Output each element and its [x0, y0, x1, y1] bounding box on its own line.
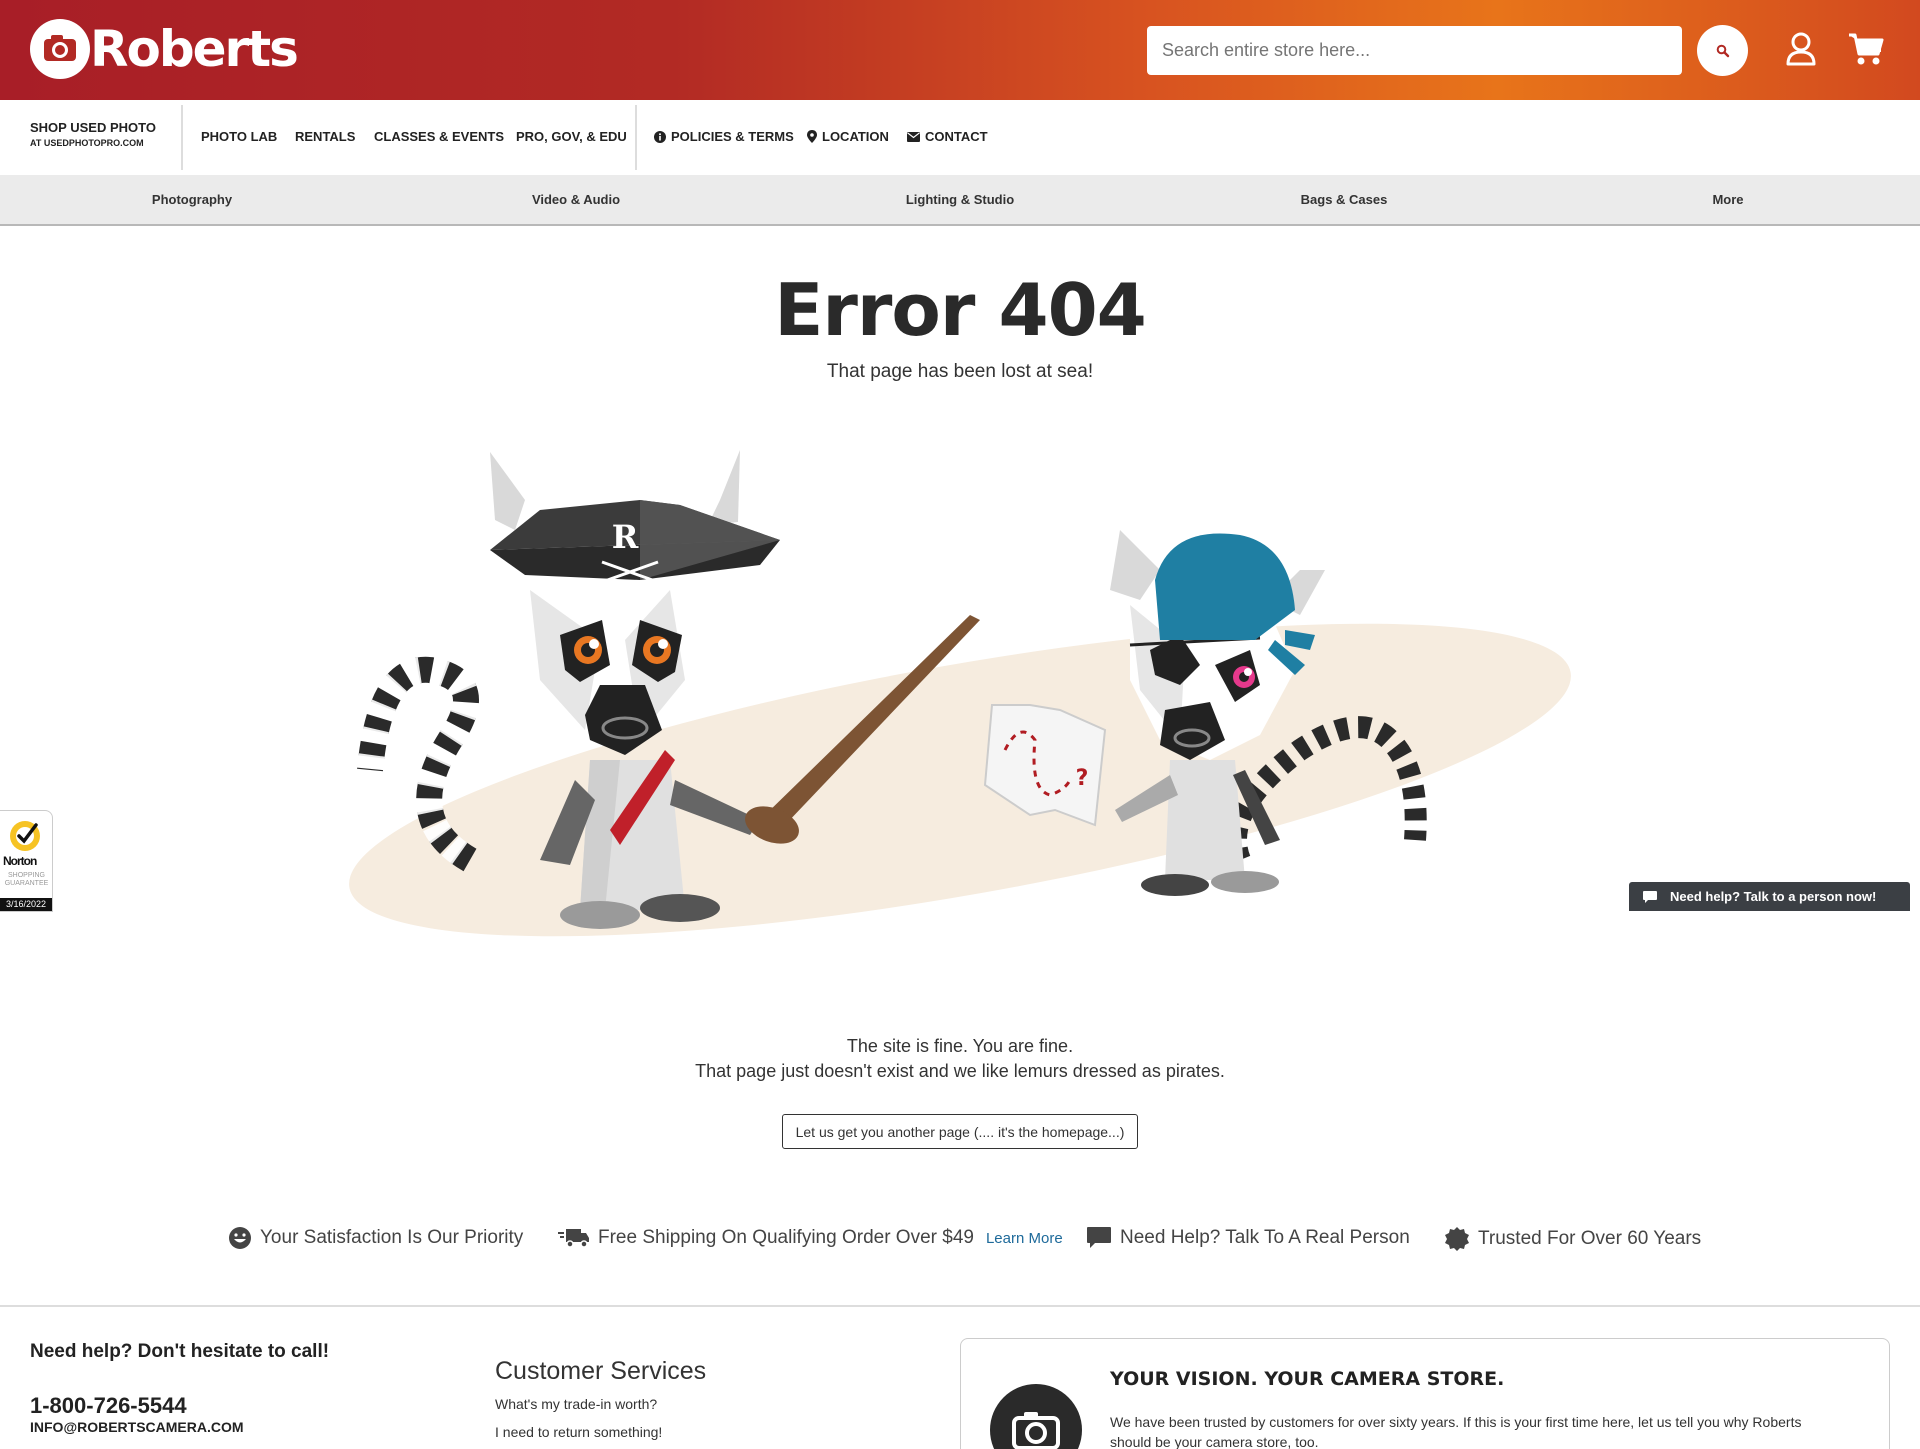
category-lighting-studio[interactable]: Lighting & Studio: [906, 192, 1014, 207]
feature-trusted: Trusted For Over 60 Years: [1444, 1226, 1701, 1252]
feature-shipping: Free Shipping On Qualifying Order Over $…: [558, 1226, 1063, 1250]
nav-contact[interactable]: CONTACT: [907, 129, 988, 144]
nav-photo-lab[interactable]: PHOTO LAB: [201, 129, 277, 144]
nav-location[interactable]: LOCATION: [807, 129, 889, 144]
nav-divider: [181, 105, 183, 170]
search-button[interactable]: [1697, 25, 1748, 76]
learn-more-link[interactable]: Learn More: [986, 1230, 1063, 1247]
smile-icon: [229, 1227, 251, 1249]
header-bar: Roberts: [0, 0, 1920, 100]
phone-number[interactable]: 1-800-726-5544: [30, 1393, 187, 1419]
vision-text: We have been trusted by customers for ov…: [1110, 1414, 1802, 1449]
message-line-1: The site is fine. You are fine.: [846, 1036, 1074, 1056]
nav-pro-gov-edu[interactable]: PRO, GOV, & EDU: [516, 129, 627, 144]
search-input[interactable]: [1147, 26, 1682, 75]
feature-help: Need Help? Talk To A Real Person: [1086, 1226, 1410, 1250]
cart-icon[interactable]: [1848, 32, 1884, 71]
trade-in-link[interactable]: What's my trade-in worth?: [495, 1396, 657, 1412]
returns-link[interactable]: I need to return something!: [495, 1424, 662, 1440]
chat-label: Need help? Talk to a person now!: [1670, 889, 1877, 904]
nav-rentals[interactable]: RENTALS: [295, 129, 355, 144]
chat-widget-button[interactable]: Need help? Talk to a person now!: [1629, 882, 1910, 911]
feature-shipping-text: Free Shipping On Qualifying Order Over $…: [598, 1227, 974, 1248]
nav-classes-events[interactable]: CLASSES & EVENTS: [374, 129, 504, 144]
camera-logo-icon: [30, 19, 90, 79]
category-more[interactable]: More: [1712, 192, 1743, 207]
feature-help-text: Need Help? Talk To A Real Person: [1120, 1227, 1410, 1248]
footer-divider: [0, 1305, 1920, 1307]
norton-guarantee: SHOPPING GUARANTEE: [4, 872, 49, 887]
svg-text:R: R: [612, 518, 639, 556]
shop-used-link[interactable]: SHOP USED PHOTO AT USEDPHOTOPRO.COM: [30, 120, 180, 148]
homepage-button[interactable]: Let us get you another page (.... it's t…: [782, 1114, 1138, 1149]
feature-satisfaction: Your Satisfaction Is Our Priority: [228, 1226, 523, 1250]
category-nav: Photography Video & Audio Lighting & Stu…: [0, 175, 1920, 226]
shop-used-subtitle: AT USEDPHOTOPRO.COM: [30, 138, 144, 148]
email-address[interactable]: INFO@ROBERTSCAMERA.COM: [30, 1419, 244, 1435]
badge-icon: [1445, 1227, 1469, 1251]
page-title: Error 404: [774, 268, 1147, 352]
roberts-logo[interactable]: Roberts: [30, 18, 299, 80]
nav-policies-label: POLICIES & TERMS: [671, 129, 794, 144]
info-icon: [654, 130, 666, 143]
search-icon: [1716, 44, 1729, 57]
logo-text: Roberts: [90, 20, 299, 78]
page-subtitle: That page has been lost at sea!: [826, 361, 1094, 382]
features-bar: Your Satisfaction Is Our Priority Free S…: [0, 1226, 1920, 1256]
nav-policies[interactable]: POLICIES & TERMS: [654, 129, 794, 144]
secondary-nav: SHOP USED PHOTO AT USEDPHOTOPRO.COM PHOT…: [0, 100, 1920, 175]
category-photography[interactable]: Photography: [152, 192, 232, 207]
norton-check-icon: [10, 821, 40, 851]
norton-badge[interactable]: Norton SHOPPING GUARANTEE 3/16/2022: [0, 810, 53, 912]
message-line-2: That page just doesn't exist and we like…: [695, 1061, 1225, 1081]
nav-location-label: LOCATION: [822, 129, 889, 144]
pirate-lemurs-illustration: R ?: [349, 450, 1571, 937]
camera-icon: [990, 1384, 1082, 1449]
speech-bubble-icon: [1087, 1227, 1111, 1248]
truck-icon: [558, 1229, 589, 1248]
category-video-audio[interactable]: Video & Audio: [532, 192, 620, 207]
nav-divider: [635, 105, 637, 170]
shop-used-title: SHOP USED PHOTO: [30, 120, 156, 135]
envelope-icon: [907, 131, 920, 142]
svg-text:?: ?: [1076, 766, 1089, 791]
nav-contact-label: CONTACT: [925, 129, 988, 144]
map-pin-icon: [807, 130, 817, 143]
vision-heading: YOUR VISION. YOUR CAMERA STORE.: [1110, 1368, 1505, 1390]
account-icon[interactable]: [1786, 32, 1816, 71]
help-heading: Need help? Don't hesitate to call!: [30, 1341, 330, 1362]
feature-satisfaction-text: Your Satisfaction Is Our Priority: [260, 1227, 524, 1248]
norton-brand: Norton: [3, 854, 37, 868]
feature-trusted-text: Trusted For Over 60 Years: [1478, 1228, 1702, 1249]
norton-date: 3/16/2022: [0, 898, 52, 911]
chat-bubble-icon: [1643, 890, 1657, 903]
customer-services-heading: Customer Services: [495, 1357, 707, 1385]
category-bags-cases[interactable]: Bags & Cases: [1301, 192, 1388, 207]
